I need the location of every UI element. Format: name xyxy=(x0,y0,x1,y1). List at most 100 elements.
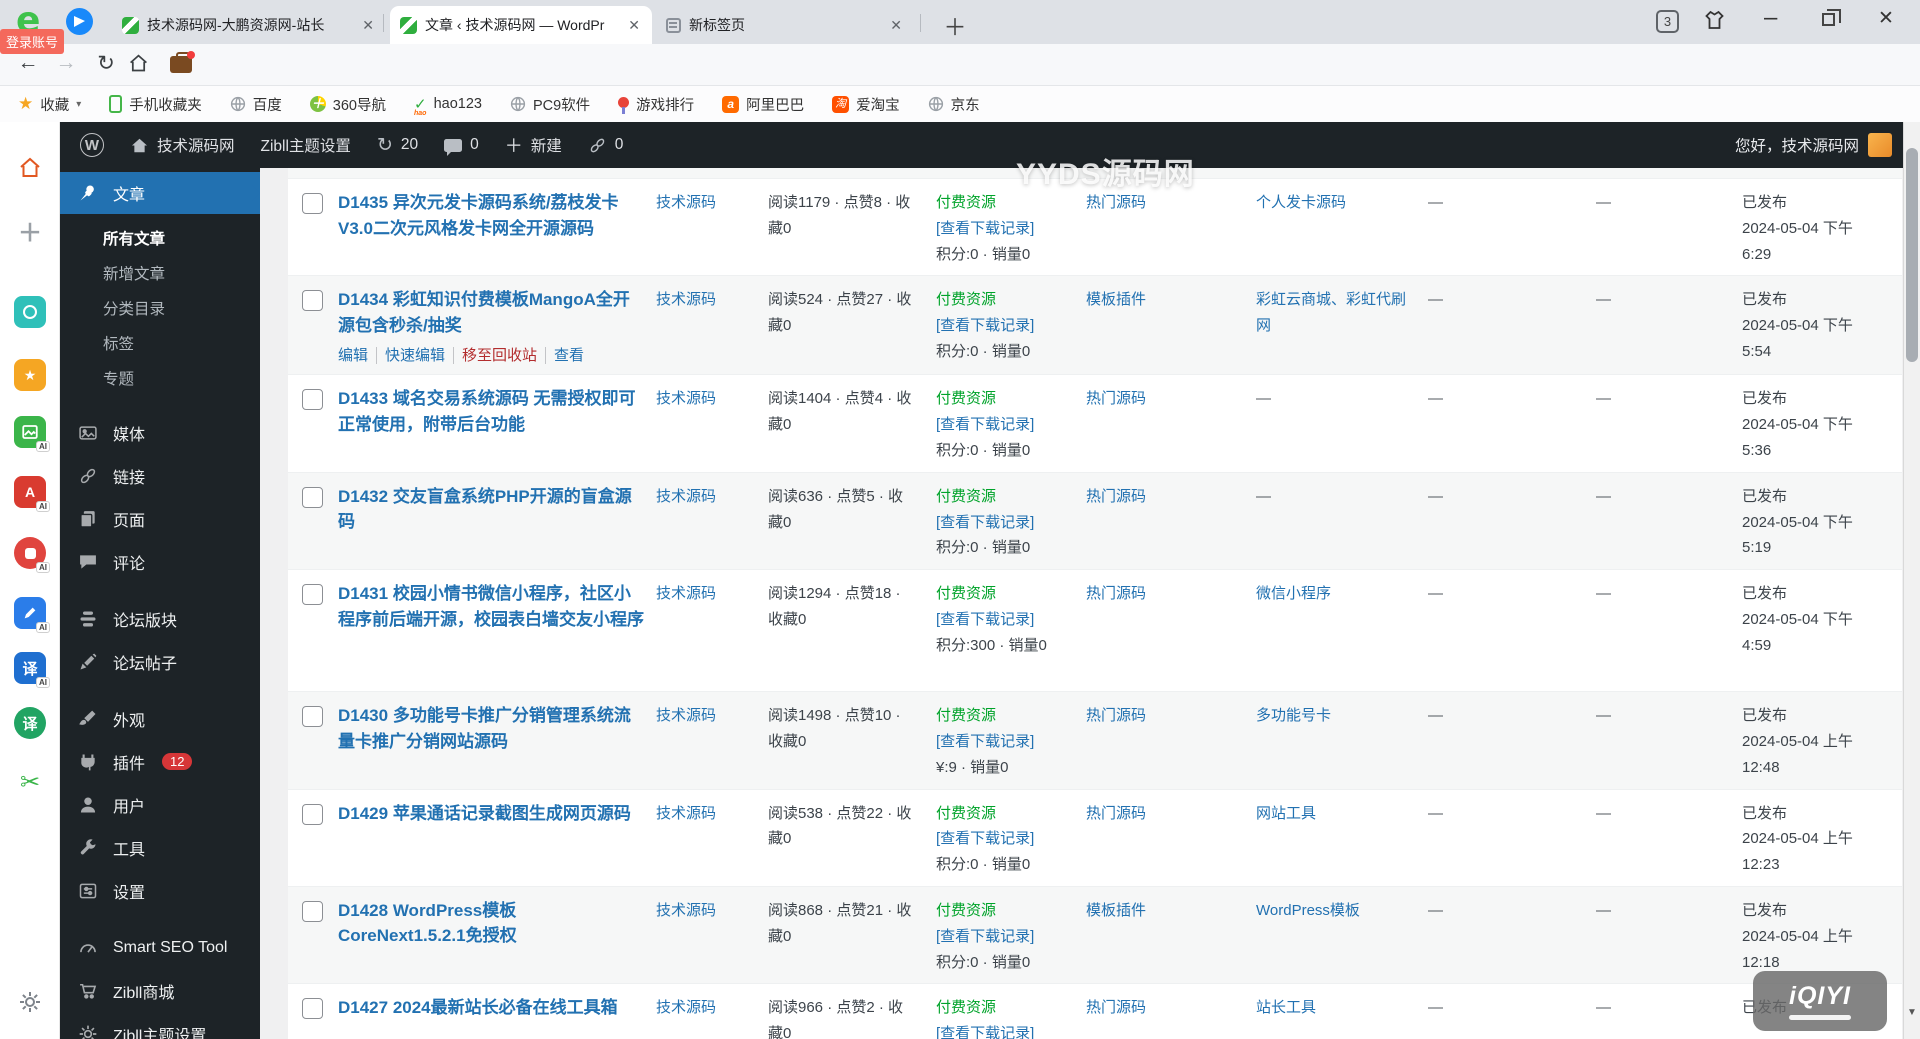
category-link[interactable]: 技术源码 xyxy=(656,898,768,975)
download-records-link[interactable]: [查看下载记录] xyxy=(936,607,1074,633)
row-checkbox[interactable] xyxy=(302,900,323,922)
send-app-icon[interactable] xyxy=(66,8,93,35)
view-link[interactable]: 查看 xyxy=(545,347,593,365)
row-checkbox[interactable] xyxy=(302,803,323,825)
post-title-link[interactable]: D1431 校园小情书微信小程序，社区小程序前后端开源，校园表白墙交友小程序 xyxy=(338,581,644,632)
tab-close-icon[interactable]: ✕ xyxy=(360,17,376,34)
category-link[interactable]: 技术源码 xyxy=(656,190,768,267)
bookmark-favorites[interactable]: ★ 收藏 ▾ xyxy=(18,94,81,115)
home-icon[interactable] xyxy=(128,53,156,74)
type-tag-link[interactable]: 热门源码 xyxy=(1086,703,1256,780)
restore-window-button[interactable] xyxy=(1822,9,1841,26)
tab-close-icon[interactable]: ✕ xyxy=(888,17,904,34)
post-title-link[interactable]: D1432 交友盲盒系统PHP开源的盲盒源码 xyxy=(338,484,644,535)
tags-link[interactable]: 彩虹云商城、彩虹代刷网 xyxy=(1256,291,1406,334)
rail-star-app-icon[interactable]: ★ xyxy=(14,359,46,391)
admin-bar-site-name[interactable]: 技术源码网 xyxy=(130,134,235,156)
rail-home-icon[interactable] xyxy=(14,152,46,184)
submenu-topics[interactable]: 专题 xyxy=(60,362,260,397)
bookmark-360nav[interactable]: ＋ 360导航 xyxy=(309,94,386,115)
admin-bar-account[interactable]: 您好，技术源码网 xyxy=(1735,122,1892,168)
type-tag-link[interactable]: 热门源码 xyxy=(1086,995,1256,1039)
rail-image-ai-icon[interactable]: AI xyxy=(14,416,50,452)
tab-new-page[interactable]: 新标签页 ✕ xyxy=(656,6,914,44)
category-link[interactable]: 技术源码 xyxy=(656,484,768,561)
bookmark-alibaba[interactable]: a 阿里巴巴 xyxy=(722,94,804,115)
sidebar-item-smart-seo[interactable]: Smart SEO Tool xyxy=(60,926,260,969)
sidebar-item-forum-sections[interactable]: 论坛版块 xyxy=(60,597,260,640)
category-link[interactable]: 技术源码 xyxy=(656,703,768,780)
rail-red-circle-ai-icon[interactable]: AI xyxy=(14,537,50,573)
bookmark-jd[interactable]: 京东 xyxy=(928,94,980,115)
rail-scissors-icon[interactable]: ✂ xyxy=(14,766,46,798)
sidebar-item-zibll-shop[interactable]: Zibll商城 xyxy=(60,969,260,1012)
forward-icon[interactable]: → xyxy=(52,51,80,75)
sidebar-item-zibll-theme-settings[interactable]: Zibll主题设置 xyxy=(60,1012,260,1039)
back-icon[interactable]: ← xyxy=(14,51,42,75)
sidebar-item-users[interactable]: 用户 xyxy=(60,783,260,826)
admin-bar-new[interactable]: ＋ 新建 xyxy=(505,132,562,158)
tags-link[interactable]: 个人发卡源码 xyxy=(1256,194,1346,211)
post-title-link[interactable]: D1434 彩虹知识付费模板MangoA全开源包含秒杀/抽奖 xyxy=(338,287,644,338)
login-account-badge[interactable]: 登录账号 xyxy=(0,29,65,54)
tab-count-badge[interactable]: 3 xyxy=(1656,10,1679,33)
sidebar-item-links[interactable]: 链接 xyxy=(60,454,260,497)
tab-wp-posts[interactable]: 文章 ‹ 技术源码网 — WordPr ✕ xyxy=(390,6,652,44)
post-title-link[interactable]: D1430 多功能号卡推广分销管理系统流量卡推广分销网站源码 xyxy=(338,703,644,754)
type-tag-link[interactable]: 热门源码 xyxy=(1086,581,1256,683)
row-checkbox[interactable] xyxy=(302,998,323,1020)
post-title-link[interactable]: D1427 2024最新站长必备在线工具箱 xyxy=(338,995,644,1021)
submenu-tags[interactable]: 标签 xyxy=(60,327,260,362)
post-title-link[interactable]: D1435 异次元发卡源码系统/荔枝发卡V3.0二次元风格发卡网全开源源码 xyxy=(338,190,644,241)
rail-gear-icon[interactable] xyxy=(14,986,46,1018)
tags-link[interactable]: WordPress模板 xyxy=(1256,902,1360,919)
submenu-all-posts[interactable]: 所有文章 xyxy=(60,222,260,257)
bookmark-pc9[interactable]: PC9软件 xyxy=(510,94,590,115)
sidebar-item-comments[interactable]: 评论 xyxy=(60,540,260,583)
bookmark-baidu[interactable]: 百度 xyxy=(230,94,282,115)
post-title-link[interactable]: D1429 苹果通话记录截图生成网页源码 xyxy=(338,801,644,827)
type-tag-link[interactable]: 热门源码 xyxy=(1086,484,1256,561)
sidebar-item-media[interactable]: 媒体 xyxy=(60,411,260,454)
type-tag-link[interactable]: 模板插件 xyxy=(1086,898,1256,975)
workspace-briefcase-icon[interactable] xyxy=(170,51,195,73)
bookmark-taobao[interactable]: 淘爱淘宝 xyxy=(832,94,900,115)
type-tag-link[interactable]: 热门源码 xyxy=(1086,801,1256,878)
bookmark-mobile-favorites[interactable]: 手机收藏夹 xyxy=(109,94,202,115)
download-records-link[interactable]: [查看下载记录] xyxy=(936,826,1074,852)
new-tab-button[interactable]: ＋ xyxy=(940,8,970,42)
category-link[interactable]: 技术源码 xyxy=(656,995,768,1039)
download-records-link[interactable]: [查看下载记录] xyxy=(936,412,1074,438)
tab-site-home[interactable]: 技术源码网-大鹏资源网-站长 ✕ xyxy=(112,6,386,44)
download-records-link[interactable]: [查看下载记录] xyxy=(936,216,1074,242)
reload-icon[interactable]: ↻ xyxy=(92,51,120,76)
tab-close-icon[interactable]: ✕ xyxy=(626,17,642,34)
theme-skin-icon[interactable] xyxy=(1702,8,1727,32)
bookmark-game-rank[interactable]: 游戏排行 xyxy=(618,94,694,115)
trash-link[interactable]: 移至回收站 xyxy=(453,347,546,365)
page-scrollbar[interactable]: ▼ xyxy=(1903,122,1920,1039)
category-link[interactable]: 技术源码 xyxy=(656,801,768,878)
admin-bar-updates[interactable]: ↻ 20 xyxy=(377,134,418,157)
row-checkbox[interactable] xyxy=(302,584,323,606)
tags-link[interactable]: 微信小程序 xyxy=(1256,585,1331,602)
post-title-link[interactable]: D1428 WordPress模板 CoreNext1.5.2.1免授权 xyxy=(338,898,644,949)
category-link[interactable]: 技术源码 xyxy=(656,386,768,463)
rail-add-icon[interactable]: ＋ xyxy=(14,214,46,247)
admin-bar-comments[interactable]: 0 xyxy=(444,136,479,156)
sidebar-item-plugins[interactable]: 插件 12 xyxy=(60,740,260,783)
row-checkbox[interactable] xyxy=(302,290,323,312)
sidebar-item-posts[interactable]: 文章 xyxy=(60,172,260,214)
rail-translate-circle-icon[interactable]: 译 xyxy=(14,707,46,739)
type-tag-link[interactable]: 热门源码 xyxy=(1086,386,1256,463)
sidebar-item-pages[interactable]: 页面 xyxy=(60,497,260,540)
row-checkbox[interactable] xyxy=(302,706,323,728)
sidebar-item-tools[interactable]: 工具 xyxy=(60,826,260,869)
admin-bar-zibll-settings[interactable]: Zibll主题设置 xyxy=(261,134,351,156)
submenu-add-post[interactable]: 新增文章 xyxy=(60,257,260,292)
sidebar-item-settings[interactable]: 设置 xyxy=(60,869,260,912)
close-window-button[interactable]: ✕ xyxy=(1878,7,1894,30)
tags-link[interactable]: 网站工具 xyxy=(1256,805,1316,822)
category-link[interactable]: 技术源码 xyxy=(656,581,768,683)
type-tag-link[interactable]: 模板插件 xyxy=(1086,287,1256,366)
